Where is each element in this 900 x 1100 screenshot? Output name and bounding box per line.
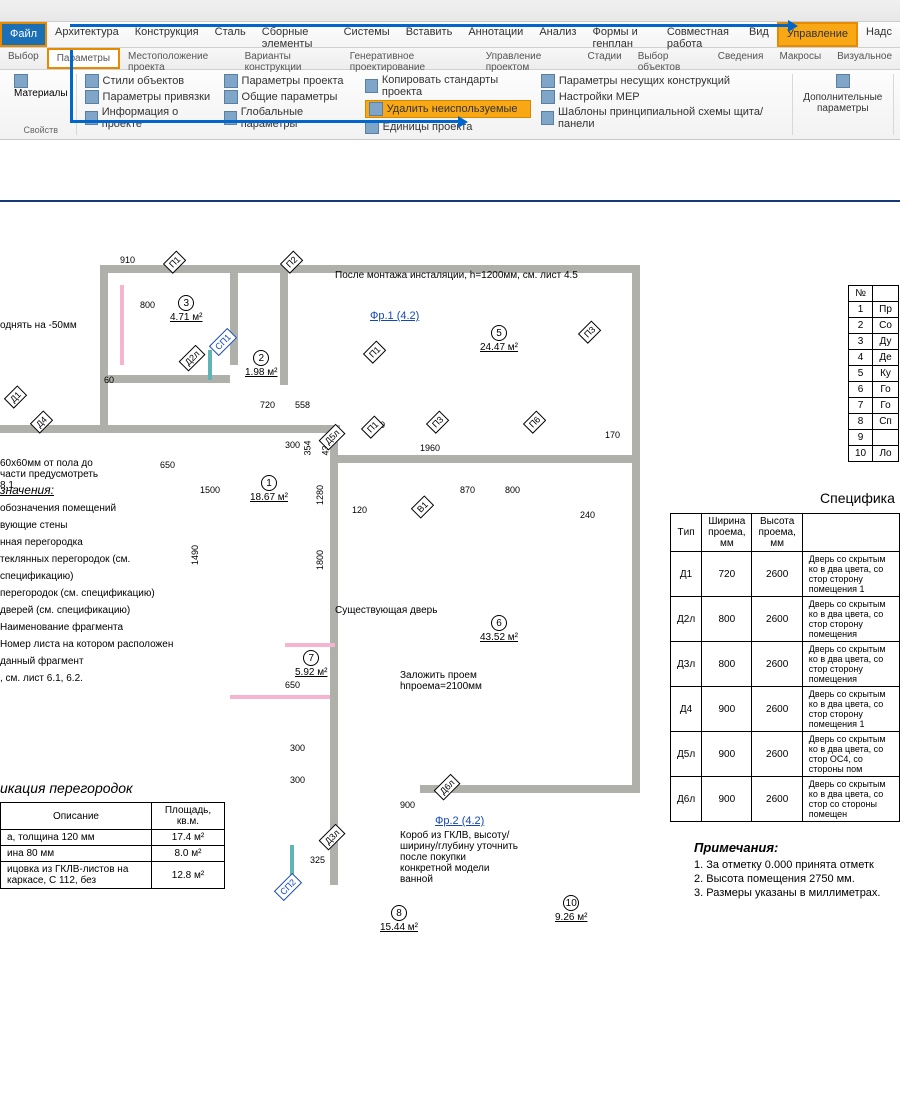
group-label: Свойств [14,125,68,135]
cmd-panel-templates[interactable]: Шаблоны принципиальной схемы щита/панели [541,106,784,130]
note-door: Существующая дверь [335,605,437,616]
sub-item[interactable]: Генеративное проектирование [342,48,478,69]
cmd-object-styles[interactable]: Стили объектов [85,74,214,88]
room-list-table: № 1Пр 2Со 3Ду 4Де 5Ку 6Го 7Го 8Сп 9 10Ло [848,285,899,462]
annotation-arrow [70,24,790,27]
fragment-label: Фр.2 (4.2) [435,815,484,827]
panel-icon [541,111,554,125]
sub-item[interactable]: Варианты конструкции [237,48,342,69]
sub-menu: Выбор Параметры Местоположение проекта В… [0,48,900,70]
spec2-title: Специфика [820,490,895,506]
cmd-snap-params[interactable]: Параметры привязки [85,90,214,104]
cmd-project-params[interactable]: Параметры проекта [224,74,355,88]
fragment-label: Фр.1 (4.2) [370,310,419,322]
menu-item[interactable]: Надс [858,22,900,47]
sub-item[interactable]: Стадии [579,48,629,69]
materials-button[interactable] [14,74,68,88]
legend: значения: обозначения помещений вующие с… [0,480,190,687]
partition-spec-table: ОписаниеПлощадь, кв.м. а, толщина 120 мм… [0,802,225,889]
annotation-arrow [70,120,460,123]
sub-item[interactable]: Управление проектом [478,48,580,69]
sub-item[interactable]: Выбор объектов [630,48,710,69]
shared-icon [224,90,238,104]
note-raise: однять на -50мм [0,320,80,331]
annotation-arrow [70,50,73,120]
gear-icon [85,74,99,88]
sub-parameters[interactable]: Параметры [47,48,120,69]
sub-item[interactable]: Макросы [771,48,829,69]
params-icon [224,74,238,88]
drawing-canvas[interactable]: 34.71 м² 21.98 м² 524.47 м² 118.67 м² 64… [0,180,900,900]
cmd-purge-unused[interactable]: Удалить неиспользуемые [365,100,531,118]
note-install: После монтажа инсталяции, h=1200мм, см. … [335,270,578,281]
ribbon: Материалы Свойств Стили объектов Парамет… [0,70,900,140]
note-opening: Заложить проем hпроема=2100мм [400,670,520,692]
cmd-structural-params[interactable]: Параметры несущих конструкций [541,74,784,88]
sub-item[interactable]: Визуальное [829,48,900,69]
cmd-mep-settings[interactable]: Настройки MEP [541,90,784,104]
mep-icon [541,90,555,104]
more-icon [836,74,850,88]
cmd-shared-params[interactable]: Общие параметры [224,90,355,104]
cmd-copy-standards[interactable]: Копировать стандарты проекта [365,74,531,98]
cmd-project-info[interactable]: Информация о проекте [85,106,214,130]
sub-item[interactable]: Выбор [0,48,47,69]
cmd-global-params[interactable]: Глобальные параметры [224,106,355,130]
note-gklv: Короб из ГКЛВ, высоту/ширину/глубину уто… [400,830,520,885]
notes: Примечания: 1. За отметку 0.000 принята … [694,840,880,901]
door-spec-table: Tип Ширина проема, мм Высота проема, мм … [670,513,900,822]
cmd-additional-params[interactable]: Дополнительные параметры [801,74,885,114]
menu-file[interactable]: Файл [0,22,47,47]
purge-icon [369,102,383,116]
materials-icon [14,74,28,88]
materials-label: Материалы [14,88,68,99]
copy-icon [365,79,378,93]
snap-icon [85,90,99,104]
sub-item[interactable]: Сведения [710,48,772,69]
struct-icon [541,74,555,88]
spec1-title: икация перегородок [0,780,133,796]
sub-item[interactable]: Местоположение проекта [120,48,237,69]
